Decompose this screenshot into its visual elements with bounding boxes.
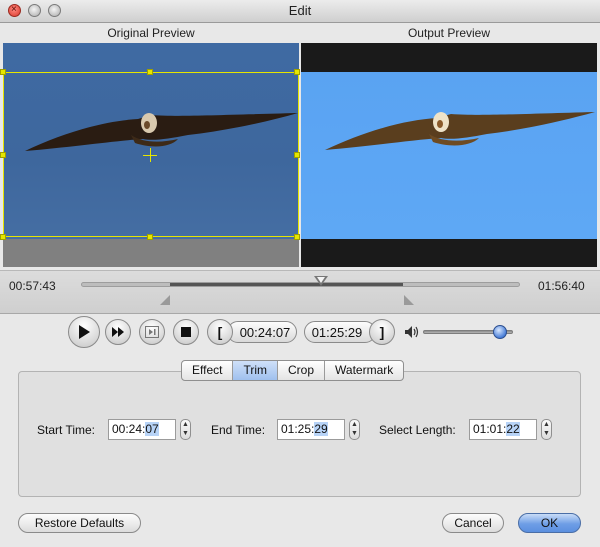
original-preview-label: Original Preview [107, 26, 195, 40]
output-preview-label: Output Preview [407, 26, 491, 40]
end-time-display: 01:25:29 [304, 321, 376, 343]
ok-button[interactable]: OK [518, 513, 581, 533]
trim-end-marker[interactable] [404, 295, 414, 305]
crop-handle-top-right[interactable] [294, 69, 300, 75]
select-length-stepper[interactable]: ▲ ▼ [541, 419, 552, 440]
select-length-label: Select Length: [379, 423, 456, 437]
restore-defaults-button[interactable]: Restore Defaults [18, 513, 141, 533]
crop-handle-bottom-right[interactable] [294, 234, 300, 240]
crop-handle-left[interactable] [0, 152, 6, 158]
end-time-label: End Time: [211, 423, 266, 437]
step-frame-button[interactable] [139, 319, 165, 345]
start-time-field[interactable]: 00:24:07 [108, 419, 176, 440]
end-time-field[interactable]: 01:25:29 [277, 419, 345, 440]
output-frame [301, 72, 597, 239]
crop-handle-top-left[interactable] [0, 69, 6, 75]
start-time-display: 00:24:07 [227, 321, 297, 343]
speaker-icon [404, 325, 420, 342]
edit-tabs: Effect Trim Crop Watermark [181, 360, 405, 381]
cancel-button[interactable]: Cancel [442, 513, 504, 533]
original-preview-letterbox [3, 239, 299, 267]
volume-slider-knob[interactable] [493, 325, 507, 339]
stop-button[interactable] [173, 319, 199, 345]
set-end-button[interactable]: ] [369, 319, 395, 345]
end-time-stepper[interactable]: ▲ ▼ [349, 419, 360, 440]
stop-icon [181, 327, 191, 337]
play-button[interactable] [68, 316, 100, 348]
current-time: 00:57:43 [9, 279, 56, 293]
window-title: Edit [288, 3, 312, 18]
step-frame-icon [145, 326, 159, 338]
output-preview [301, 43, 597, 267]
timeline-bar [0, 270, 600, 314]
crop-handle-right[interactable] [294, 152, 300, 158]
trim-start-marker[interactable] [160, 295, 170, 305]
tab-trim[interactable]: Trim [233, 361, 279, 380]
crop-handle-bottom[interactable] [147, 234, 153, 240]
crop-center-crosshair-vertical [150, 148, 151, 162]
start-time-stepper[interactable]: ▲ ▼ [180, 419, 191, 440]
tab-effect[interactable]: Effect [182, 361, 234, 380]
crop-handle-top[interactable] [147, 69, 153, 75]
total-time: 01:56:40 [538, 279, 585, 293]
set-end-bracket-icon: ] [379, 324, 385, 340]
fast-forward-button[interactable] [105, 319, 131, 345]
start-time-label: Start Time: [37, 423, 96, 437]
select-length-field[interactable]: 01:01:22 [469, 419, 537, 440]
tab-crop[interactable]: Crop [278, 361, 326, 380]
play-icon [79, 325, 90, 339]
fast-forward-icon [112, 327, 124, 337]
playhead-marker-inner [317, 277, 325, 283]
bird-frame-output [325, 112, 595, 150]
set-start-bracket-icon: [ [217, 324, 223, 340]
tab-watermark[interactable]: Watermark [325, 361, 403, 380]
set-start-button[interactable]: [ [207, 319, 233, 345]
crop-handle-bottom-left[interactable] [0, 234, 6, 240]
timeline-selected-range [170, 283, 403, 286]
